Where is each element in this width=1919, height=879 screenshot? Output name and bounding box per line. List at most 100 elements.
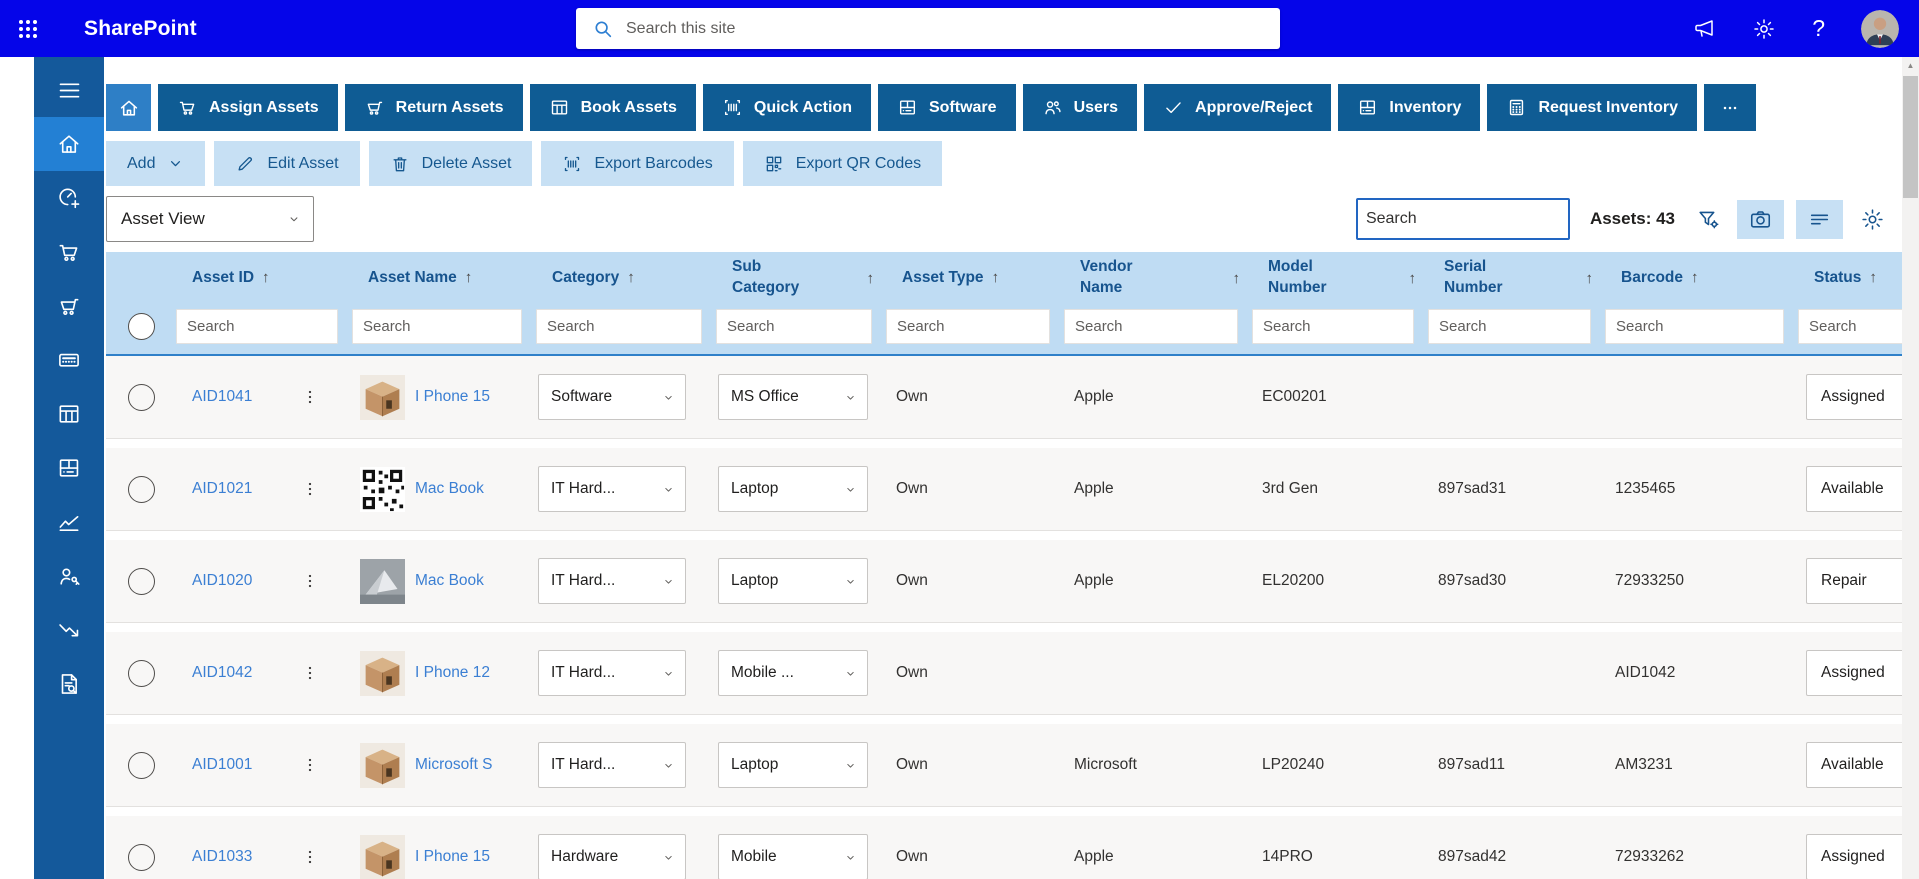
- column-search-input[interactable]: [176, 308, 338, 344]
- category-dropdown[interactable]: IT Hard...: [538, 742, 686, 788]
- column-header-category[interactable]: Category ↑: [536, 268, 716, 289]
- ribbon-button-quick-action[interactable]: Quick Action: [702, 84, 871, 131]
- view-selector[interactable]: Asset View: [106, 196, 314, 242]
- category-dropdown[interactable]: Hardware: [538, 834, 686, 879]
- megaphone-button[interactable]: [1692, 17, 1716, 41]
- row-menu-button[interactable]: [300, 847, 320, 867]
- column-search-input[interactable]: [1798, 308, 1919, 344]
- sidebar-item-return[interactable]: [34, 279, 104, 333]
- row-menu-button[interactable]: [300, 755, 320, 775]
- column-header-asset_name[interactable]: Asset Name ↑: [352, 268, 536, 289]
- asset-name-link[interactable]: Mac Book: [415, 480, 484, 498]
- asset-name-link[interactable]: I Phone 15: [415, 388, 490, 406]
- asset-id-link[interactable]: AID1021: [192, 480, 252, 498]
- row-select-radio[interactable]: [127, 475, 155, 503]
- column-header-vendor_name[interactable]: Vendor Name ↑: [1064, 257, 1252, 299]
- column-header-asset_type[interactable]: Asset Type ↑: [886, 268, 1064, 289]
- site-search-input[interactable]: [626, 8, 1280, 49]
- sidebar-item-assets[interactable]: [34, 387, 104, 441]
- ribbon-button-inventory[interactable]: Inventory: [1338, 84, 1481, 131]
- column-header-barcode[interactable]: Barcode ↑: [1605, 268, 1798, 289]
- toolbar-button-export-qr-codes[interactable]: Export QR Codes: [742, 141, 943, 186]
- scrollbar-thumb[interactable]: [1903, 76, 1918, 198]
- row-select-radio[interactable]: [127, 843, 155, 871]
- toolbar-button-delete-asset[interactable]: Delete Asset: [368, 141, 533, 186]
- asset-id-link[interactable]: AID1020: [192, 572, 252, 590]
- sidebar-item-software[interactable]: [34, 441, 104, 495]
- category-dropdown[interactable]: Software: [538, 374, 686, 420]
- brand-title[interactable]: SharePoint: [84, 17, 197, 41]
- column-search-input[interactable]: [352, 308, 522, 344]
- ribbon-button-users[interactable]: Users: [1022, 84, 1138, 131]
- column-search-input[interactable]: [1428, 308, 1591, 344]
- asset-name-link[interactable]: Microsoft S: [415, 756, 493, 774]
- toolbar-button-edit-asset[interactable]: Edit Asset: [214, 141, 360, 186]
- help-button[interactable]: ?: [1812, 17, 1825, 40]
- sidebar-item-menu[interactable]: [34, 63, 104, 117]
- ribbon-button-approve-reject[interactable]: Approve/Reject: [1144, 84, 1332, 131]
- category-dropdown[interactable]: IT Hard...: [538, 558, 686, 604]
- vertical-scrollbar[interactable]: ▲: [1902, 57, 1919, 879]
- row-select-radio[interactable]: [127, 659, 155, 687]
- asset-name-link[interactable]: Mac Book: [415, 572, 484, 590]
- column-search-input[interactable]: [886, 308, 1050, 344]
- grid-search-input[interactable]: [1355, 198, 1570, 240]
- settings-button[interactable]: [1855, 199, 1889, 239]
- sidebar-item-home[interactable]: [34, 117, 104, 171]
- asset-id-link[interactable]: AID1041: [192, 388, 252, 406]
- row-menu-button[interactable]: [300, 387, 320, 407]
- column-search-input[interactable]: [1605, 308, 1784, 344]
- sidebar-item-permissions[interactable]: [34, 549, 104, 603]
- asset-id-link[interactable]: AID1042: [192, 664, 252, 682]
- settings-button[interactable]: [1752, 17, 1776, 41]
- sidebar-item-reports[interactable]: [34, 495, 104, 549]
- avatar[interactable]: [1861, 9, 1899, 48]
- ribbon-button-software[interactable]: Software: [877, 84, 1016, 131]
- sub-category-dropdown[interactable]: Laptop: [718, 742, 868, 788]
- asset-name-link[interactable]: I Phone 12: [415, 664, 490, 682]
- toolbar-button-export-barcodes[interactable]: Export Barcodes: [541, 141, 734, 186]
- column-search-input[interactable]: [1064, 308, 1238, 344]
- column-header-model_number[interactable]: Model Number ↑: [1252, 257, 1428, 299]
- column-header-sub_category[interactable]: Sub Category ↑: [716, 257, 886, 299]
- sidebar-item-audit[interactable]: [34, 657, 104, 711]
- sub-category-dropdown[interactable]: Laptop: [718, 558, 868, 604]
- row-menu-button[interactable]: [300, 663, 320, 683]
- column-header-status[interactable]: Status ↑: [1798, 268, 1919, 289]
- sub-category-dropdown[interactable]: MS Office: [718, 374, 868, 420]
- sidebar-item-assign[interactable]: [34, 225, 104, 279]
- column-header-serial_number[interactable]: Serial Number ↑: [1428, 257, 1605, 299]
- ribbon-home-button[interactable]: [106, 84, 151, 131]
- ribbon-button-return-assets[interactable]: Return Assets: [344, 84, 523, 131]
- sub-category-dropdown[interactable]: Laptop: [718, 466, 868, 512]
- column-header-asset_id[interactable]: Asset ID ↑: [176, 268, 352, 289]
- column-search-input[interactable]: [716, 308, 872, 344]
- ribbon-more-button[interactable]: [1704, 84, 1757, 131]
- toolbar-button-add[interactable]: Add: [106, 141, 206, 186]
- scroll-up-arrow[interactable]: ▲: [1902, 57, 1919, 74]
- app-launcher-button[interactable]: [0, 0, 56, 57]
- column-search-input[interactable]: [536, 308, 702, 344]
- asset-id-link[interactable]: AID1001: [192, 756, 252, 774]
- asset-name-link[interactable]: I Phone 15: [415, 848, 490, 866]
- sub-category-dropdown[interactable]: Mobile ...: [718, 650, 868, 696]
- ribbon-button-request-inventory[interactable]: Request Inventory: [1487, 84, 1698, 131]
- select-all-radio[interactable]: [127, 312, 155, 340]
- sub-category-dropdown[interactable]: Mobile: [718, 834, 868, 879]
- category-dropdown[interactable]: IT Hard...: [538, 650, 686, 696]
- sidebar-item-dashboard[interactable]: [34, 171, 104, 225]
- asset-id-link[interactable]: AID1033: [192, 848, 252, 866]
- filter-button[interactable]: [1691, 199, 1725, 239]
- camera-button[interactable]: [1737, 199, 1784, 239]
- column-search-input[interactable]: [1252, 308, 1414, 344]
- row-select-radio[interactable]: [127, 751, 155, 779]
- row-select-radio[interactable]: [127, 383, 155, 411]
- sidebar-item-booking[interactable]: [34, 333, 104, 387]
- row-select-radio[interactable]: [127, 567, 155, 595]
- category-dropdown[interactable]: IT Hard...: [538, 466, 686, 512]
- row-menu-button[interactable]: [300, 479, 320, 499]
- ribbon-button-book-assets[interactable]: Book Assets: [529, 84, 696, 131]
- row-menu-button[interactable]: [300, 571, 320, 591]
- ribbon-button-assign-assets[interactable]: Assign Assets: [158, 84, 338, 131]
- sidebar-item-depreciation[interactable]: [34, 603, 104, 657]
